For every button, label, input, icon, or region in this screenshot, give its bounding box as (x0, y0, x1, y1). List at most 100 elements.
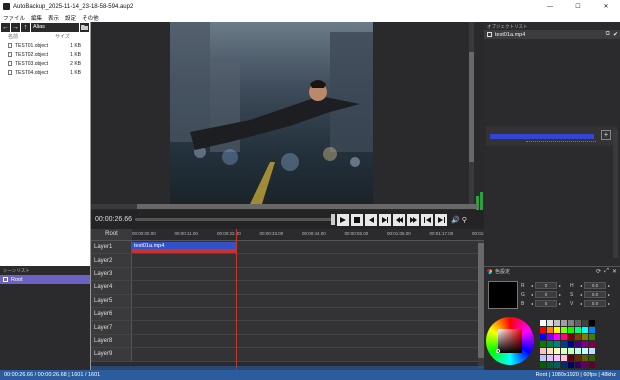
color-swatch[interactable] (589, 320, 595, 326)
scene-item-root[interactable]: Root (0, 275, 90, 284)
file-row[interactable]: TEST04.object 1 KB (0, 68, 90, 77)
color-field-value[interactable]: 0.0 (584, 300, 607, 307)
color-swatch[interactable] (582, 327, 588, 333)
layer-name[interactable]: Layer9 (91, 348, 132, 361)
menu-file[interactable]: ファイル (3, 14, 25, 22)
color-swatch[interactable] (582, 334, 588, 340)
color-swatch[interactable] (540, 334, 546, 340)
add-icon[interactable]: + (601, 130, 611, 140)
color-swatch[interactable] (575, 341, 581, 347)
go-end-icon[interactable] (435, 213, 447, 226)
color-wheel[interactable] (486, 317, 534, 365)
color-swatch[interactable] (568, 320, 574, 326)
layer-track[interactable] (132, 267, 484, 281)
color-swatch[interactable] (575, 355, 581, 361)
play-icon[interactable] (337, 213, 349, 226)
wheel-selector[interactable] (496, 349, 500, 353)
layer-name[interactable]: Layer2 (91, 254, 132, 267)
color-swatch[interactable] (575, 348, 581, 354)
color-field-value[interactable]: 0.0 (584, 291, 607, 298)
layer-name[interactable]: Layer6 (91, 307, 132, 321)
menu-view[interactable]: 表示 (48, 14, 59, 22)
layer-track[interactable] (132, 294, 484, 307)
color-swatch[interactable] (568, 327, 574, 333)
color-swatch[interactable] (575, 362, 581, 368)
file-row[interactable]: TEST02.object 1 KB (0, 50, 90, 59)
color-swatch[interactable] (582, 320, 588, 326)
color-swatch[interactable] (582, 348, 588, 354)
color-swatch[interactable] (554, 327, 560, 333)
menu-other[interactable]: その他 (82, 14, 99, 22)
color-swatch[interactable] (575, 334, 581, 340)
seek-bar[interactable] (135, 214, 335, 225)
color-swatch[interactable] (554, 348, 560, 354)
color-swatch[interactable] (568, 334, 574, 340)
color-swatch[interactable] (582, 362, 588, 368)
color-swatch[interactable] (540, 355, 546, 361)
decrement-icon[interactable]: ◂ (531, 292, 533, 297)
color-swatch[interactable] (540, 348, 546, 354)
col-name-header[interactable]: 名前 (8, 33, 55, 40)
increment-icon[interactable]: ▸ (608, 283, 610, 288)
color-swatch[interactable] (540, 320, 546, 326)
up-icon[interactable]: ↑ (21, 22, 30, 32)
color-swatch[interactable] (575, 320, 581, 326)
decrement-icon[interactable]: ◂ (531, 301, 533, 306)
color-swatch[interactable] (540, 327, 546, 333)
layer-track[interactable] (132, 281, 484, 294)
color-swatch[interactable] (554, 362, 560, 368)
color-field-value[interactable]: 0 (535, 291, 558, 298)
color-swatch[interactable] (561, 362, 567, 368)
color-swatch[interactable] (561, 348, 567, 354)
col-size-header[interactable]: サイズ (55, 33, 70, 40)
next-frame-icon[interactable] (379, 213, 391, 226)
preview-hscroll[interactable] (91, 204, 477, 209)
maximize-button[interactable]: ☐ (564, 3, 592, 10)
zoom-icon[interactable]: ⚲ (462, 216, 467, 224)
color-swatch[interactable] (547, 362, 553, 368)
minimize-button[interactable]: — (536, 4, 564, 10)
increment-icon[interactable]: ▸ (559, 301, 561, 306)
file-row[interactable]: TEST01.object 1 KB (0, 41, 90, 50)
color-swatch[interactable] (561, 341, 567, 347)
color-field-value[interactable]: 0.0 (584, 282, 607, 289)
time-ruler[interactable]: 00:00:00.00 00:00:11.00 00:00:22.00 00:00:3… (132, 229, 496, 240)
color-swatch[interactable] (568, 348, 574, 354)
seek-handle[interactable] (331, 214, 335, 225)
color-swatch[interactable] (561, 320, 567, 326)
layer-name[interactable]: Layer1 (91, 241, 132, 254)
color-swatch[interactable] (582, 355, 588, 361)
color-swatch[interactable] (561, 334, 567, 340)
layer-track[interactable]: test01a.mp4 (132, 241, 484, 254)
layer-name[interactable]: Layer5 (91, 294, 132, 307)
path-field[interactable]: Alias (31, 22, 79, 32)
color-swatch[interactable] (547, 355, 553, 361)
close-button[interactable]: ✕ (592, 3, 620, 10)
layer-name[interactable]: Layer8 (91, 334, 132, 348)
color-swatch[interactable] (561, 327, 567, 333)
color-swatch[interactable] (589, 355, 595, 361)
color-field-value[interactable]: 0 (535, 282, 558, 289)
color-swatch[interactable] (561, 355, 567, 361)
decrement-icon[interactable]: ◂ (531, 283, 533, 288)
color-swatch[interactable] (554, 355, 560, 361)
color-field-value[interactable]: 0 (535, 300, 558, 307)
layer-track[interactable] (132, 334, 484, 348)
color-swatch[interactable] (589, 334, 595, 340)
layer-name[interactable]: Layer3 (91, 267, 132, 281)
refresh-icon[interactable]: ⟳ (596, 268, 601, 275)
timeline-clip[interactable]: test01a.mp4 (132, 242, 237, 253)
color-swatch[interactable] (554, 341, 560, 347)
layer-track[interactable] (132, 254, 484, 267)
color-swatch[interactable] (547, 327, 553, 333)
color-swatch[interactable] (568, 362, 574, 368)
right-vscroll[interactable] (613, 130, 618, 258)
forward-icon[interactable]: → (11, 22, 20, 32)
color-swatch[interactable] (540, 341, 546, 347)
color-swatch[interactable] (589, 341, 595, 347)
layer-track[interactable] (132, 348, 484, 361)
root-scene-button[interactable]: Root (91, 229, 132, 240)
color-preview[interactable] (488, 281, 518, 309)
file-row[interactable]: TEST03.object 2 KB (0, 59, 90, 68)
folder-icon[interactable] (80, 22, 89, 32)
